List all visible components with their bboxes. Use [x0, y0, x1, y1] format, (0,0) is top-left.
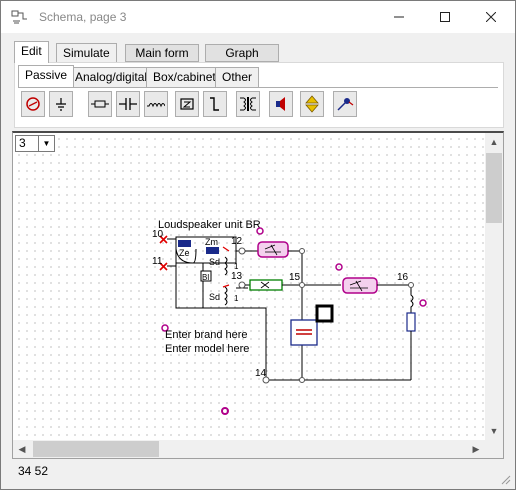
probe-tool[interactable] — [333, 91, 357, 117]
node-11: 11 — [152, 256, 163, 267]
marker-circle[interactable] — [419, 299, 427, 307]
cursor-coordinates: 34 52 — [18, 464, 49, 478]
component-13[interactable] — [249, 279, 283, 291]
impedance-tool[interactable] — [175, 91, 199, 117]
speaker-icon — [276, 97, 285, 111]
label-zm: Zm — [205, 237, 218, 247]
schema-window: Schema, page 3 Edit Simulate Main form G… — [0, 0, 516, 490]
updown-arrow-icon — [305, 95, 319, 113]
speaker-tool[interactable] — [269, 91, 293, 117]
page-select[interactable]: 3 ▼ — [15, 135, 55, 152]
schematic-canvas[interactable]: 3 ▼ Loudspeaker unit BR Ze Zm Sd Bl Sd 1… — [12, 131, 504, 459]
probe-icon — [337, 98, 354, 111]
node-13-pin[interactable] — [238, 281, 246, 289]
node-15: 15 — [289, 272, 301, 283]
scroll-right-icon[interactable]: ▶ — [467, 440, 485, 458]
node-12: 12 — [231, 236, 243, 247]
transformer-icon — [240, 97, 256, 111]
label-one2: 1 — [234, 294, 239, 303]
node-14-pin[interactable] — [262, 376, 270, 384]
inductor-tool[interactable] — [144, 91, 168, 117]
horizontal-scroll-thumb[interactable] — [33, 441, 159, 457]
tab-simulate-label: Simulate — [63, 46, 110, 60]
main-form-button[interactable]: Main form — [125, 44, 199, 62]
capacitor-icon — [119, 98, 137, 110]
graph-button[interactable]: Graph — [205, 44, 279, 62]
tab-other-label: Other — [222, 70, 253, 84]
resistor-icon — [91, 100, 109, 108]
window-title: Schema, page 3 — [39, 10, 127, 24]
label-sd2: Sd — [209, 292, 220, 302]
model-placeholder[interactable]: Enter model here — [165, 343, 249, 355]
updown-tool[interactable] — [300, 91, 324, 117]
tab-passive-label: Passive — [25, 68, 68, 82]
close-icon — [486, 12, 496, 22]
tab-analog-digital[interactable]: Analog/digital — [68, 67, 155, 87]
switch-tool[interactable] — [203, 91, 227, 117]
close-button[interactable] — [468, 1, 514, 33]
impedance-icon — [180, 98, 194, 110]
vertical-scroll-thumb[interactable] — [486, 153, 502, 223]
schematic-title: Loudspeaker unit BR — [158, 219, 261, 231]
marker-circle[interactable] — [335, 263, 343, 271]
node-12-pin[interactable] — [238, 247, 246, 255]
tab-other[interactable]: Other — [215, 67, 260, 87]
tab-edit-label: Edit — [21, 44, 42, 58]
node-16: 16 — [397, 272, 409, 283]
page-select-value: 3 — [19, 136, 26, 150]
scroll-left-icon[interactable]: ◀ — [13, 440, 31, 458]
label-bl: Bl — [202, 273, 209, 282]
scroll-down-icon[interactable]: ▼ — [485, 422, 503, 440]
box-component[interactable] — [290, 319, 318, 346]
ground-tool[interactable] — [49, 91, 73, 117]
component-12[interactable] — [257, 241, 289, 258]
status-bar: 34 52 — [1, 461, 515, 489]
switch-icon — [210, 97, 219, 111]
generator-icon — [26, 97, 40, 111]
transformer-tool[interactable] — [236, 91, 260, 117]
tab-passive[interactable]: Passive — [18, 65, 75, 87]
component-16-load[interactable] — [406, 312, 416, 332]
ground-icon — [56, 98, 66, 111]
node-13: 13 — [231, 271, 243, 282]
minimize-icon — [394, 16, 404, 18]
title-bar[interactable]: Schema, page 3 — [1, 1, 515, 33]
app-icon — [11, 10, 27, 24]
label-ze: Ze — [179, 248, 190, 258]
node-10: 10 — [152, 229, 164, 240]
chevron-down-icon[interactable]: ▼ — [38, 136, 54, 151]
capacitor-tool[interactable] — [116, 91, 140, 117]
scrollbar-corner — [485, 440, 503, 458]
maximize-button[interactable] — [422, 1, 468, 33]
tab-simulate[interactable]: Simulate — [56, 43, 117, 63]
vertical-scrollbar[interactable]: ▲ ▼ — [485, 133, 503, 440]
marker-circle[interactable] — [221, 407, 229, 415]
tab-divider — [18, 87, 498, 88]
inductor-icon — [147, 103, 165, 108]
horizontal-scrollbar[interactable]: ◀ ▶ — [13, 440, 485, 458]
label-one1: 1 — [234, 262, 239, 271]
component-16[interactable] — [342, 277, 378, 294]
scroll-up-icon[interactable]: ▲ — [485, 133, 503, 151]
generator-tool[interactable] — [21, 91, 45, 117]
tab-box-cabinet-label: Box/cabinet — [153, 70, 216, 84]
minimize-button[interactable] — [376, 1, 422, 33]
resize-grip-icon[interactable] — [499, 473, 511, 485]
tab-analog-digital-label: Analog/digital — [75, 70, 148, 84]
brand-placeholder[interactable]: Enter brand here — [165, 329, 248, 341]
label-sd1: Sd — [209, 257, 220, 267]
tab-edit[interactable]: Edit — [14, 41, 49, 63]
maximize-icon — [440, 12, 450, 22]
resistor-tool[interactable] — [88, 91, 112, 117]
loudspeaker-unit[interactable]: Ze Zm Sd Bl Sd 1 1 — [175, 236, 267, 378]
schematic-drawing[interactable]: Loudspeaker unit BR Ze Zm Sd Bl Sd 1 1 1… — [13, 133, 485, 440]
selection-handle[interactable] — [315, 304, 334, 323]
tab-box-cabinet[interactable]: Box/cabinet — [146, 67, 223, 87]
